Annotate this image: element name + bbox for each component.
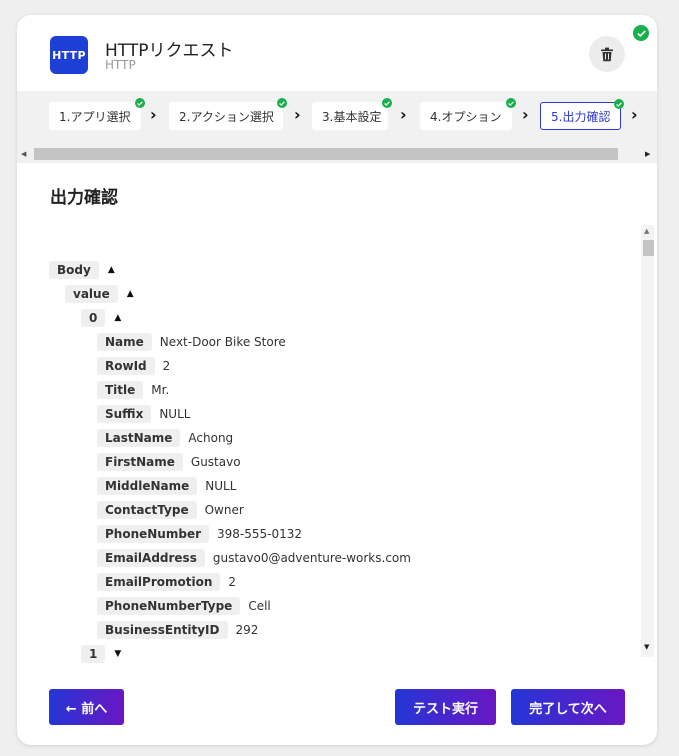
field-value: NULL [159,407,191,421]
step-tab-action-select[interactable]: 2.アクション選択 [169,98,287,130]
field-key: FirstName [97,453,183,471]
field-value: Achong [188,431,234,445]
field-row: Suffix NULL [97,405,190,423]
step-tab-basic-settings[interactable]: 3.基本設定 [312,98,392,130]
app-subtitle: HTTP [105,58,136,72]
step-tab-options[interactable]: 4.オプション [420,98,516,130]
step-label: 1.アプリ選択 [59,109,131,124]
check-icon [382,98,392,108]
scroll-right-arrow-icon[interactable]: ▶ [645,150,650,158]
chevron-right-icon: › [294,105,301,124]
scroll-up-arrow-icon[interactable]: ▲ [644,227,649,235]
field-value: NULL [205,479,237,493]
vertical-scrollbar[interactable] [641,225,654,657]
complete-next-button[interactable]: 完了して次へ [511,689,625,725]
step-label: 3.基本設定 [322,109,382,124]
field-key: LastName [97,429,181,447]
field-key: MiddleName [97,477,198,495]
chevron-right-icon: › [150,105,157,124]
collapse-triangle-up-icon[interactable]: ▲ [127,289,134,299]
field-row: EmailAddress gustavo0@adventure-works.co… [97,549,411,567]
field-value: Cell [248,599,271,613]
section-title: 出力確認 [50,188,118,208]
field-row: PhoneNumberType Cell [97,597,271,615]
chevron-right-icon: › [522,105,529,124]
field-row: FirstName Gustavo [97,453,241,471]
collapse-triangle-up-icon[interactable]: ▲ [114,313,121,323]
field-key: ContactType [97,501,197,519]
step-card: HTTP HTTPリクエスト HTTP 1.アプリ選択 › 2.アクション選択 … [17,15,657,745]
tree-key: Body [49,261,99,279]
field-key: EmailPromotion [97,573,221,591]
field-value: 2 [162,359,171,373]
field-row: PhoneNumber 398-555-0132 [97,525,302,543]
field-value: 2 [228,575,237,589]
step-label: 2.アクション選択 [179,109,274,124]
field-key: PhoneNumber [97,525,209,543]
footer-actions: ← 前へ テスト実行 完了して次へ [17,687,657,727]
chevron-right-icon: › [400,105,407,124]
vertical-scrollbar-thumb[interactable] [643,240,654,256]
tree-key: 0 [81,309,106,327]
field-key: Name [97,333,152,351]
header: HTTP HTTPリクエスト HTTP [17,15,657,91]
scroll-down-arrow-icon[interactable]: ▼ [644,643,649,651]
tree-key: 1 [81,645,106,663]
collapse-triangle-up-icon[interactable]: ▲ [108,265,115,275]
field-key: Suffix [97,405,152,423]
step-label: 5.出力確認 [551,109,611,124]
field-value: Mr. [151,383,170,397]
http-app-logo: HTTP [50,36,88,74]
back-button[interactable]: ← 前へ [49,689,124,725]
field-row: BusinessEntityID 292 [97,621,258,639]
chevron-right-icon: › [631,105,638,124]
tree-node-body: Body ▲ [49,261,115,279]
field-key: PhoneNumberType [97,597,241,615]
field-row: LastName Achong [97,429,233,447]
field-row: EmailPromotion 2 [97,573,236,591]
field-row: Name Next-Door Bike Store [97,333,286,351]
tree-node-item-1: 1 ▼ [81,645,121,663]
check-icon [506,98,516,108]
field-key: Title [97,381,144,399]
expand-triangle-down-icon[interactable]: ▼ [114,649,121,659]
tree-key: value [65,285,118,303]
check-icon [614,99,624,109]
field-value: Owner [204,503,244,517]
scroll-left-arrow-icon[interactable]: ◀ [21,150,26,158]
field-key: EmailAddress [97,549,205,567]
step-label: 4.オプション [430,109,502,124]
step-navigation: 1.アプリ選択 › 2.アクション選択 › 3.基本設定 › 4.オプション ›… [17,91,657,163]
check-icon [277,98,287,108]
trash-icon [601,47,613,61]
horizontal-scrollbar-thumb[interactable] [34,148,618,160]
field-row: ContactType Owner [97,501,244,519]
field-row: RowId 2 [97,357,170,375]
field-key: RowId [97,357,155,375]
field-value: gustavo0@adventure-works.com [212,551,411,565]
field-row: Title Mr. [97,381,169,399]
field-value: 398-555-0132 [217,527,303,541]
step-tab-output-check[interactable]: 5.出力確認 [540,99,624,130]
delete-button[interactable] [589,36,625,72]
field-key: BusinessEntityID [97,621,228,639]
tree-node-value: value ▲ [65,285,134,303]
test-run-button[interactable]: テスト実行 [395,689,496,725]
step-tab-app-select[interactable]: 1.アプリ選択 [49,98,145,130]
output-tree: Body ▲ value ▲ 0 ▲ Name Next-Door Bike S… [17,225,637,665]
complete-check-icon [632,24,650,42]
field-row: MiddleName NULL [97,477,236,495]
field-value: Gustavo [190,455,241,469]
field-value: 292 [235,623,259,637]
check-icon [135,98,145,108]
field-value: Next-Door Bike Store [159,335,286,349]
tree-node-item-0: 0 ▲ [81,309,121,327]
